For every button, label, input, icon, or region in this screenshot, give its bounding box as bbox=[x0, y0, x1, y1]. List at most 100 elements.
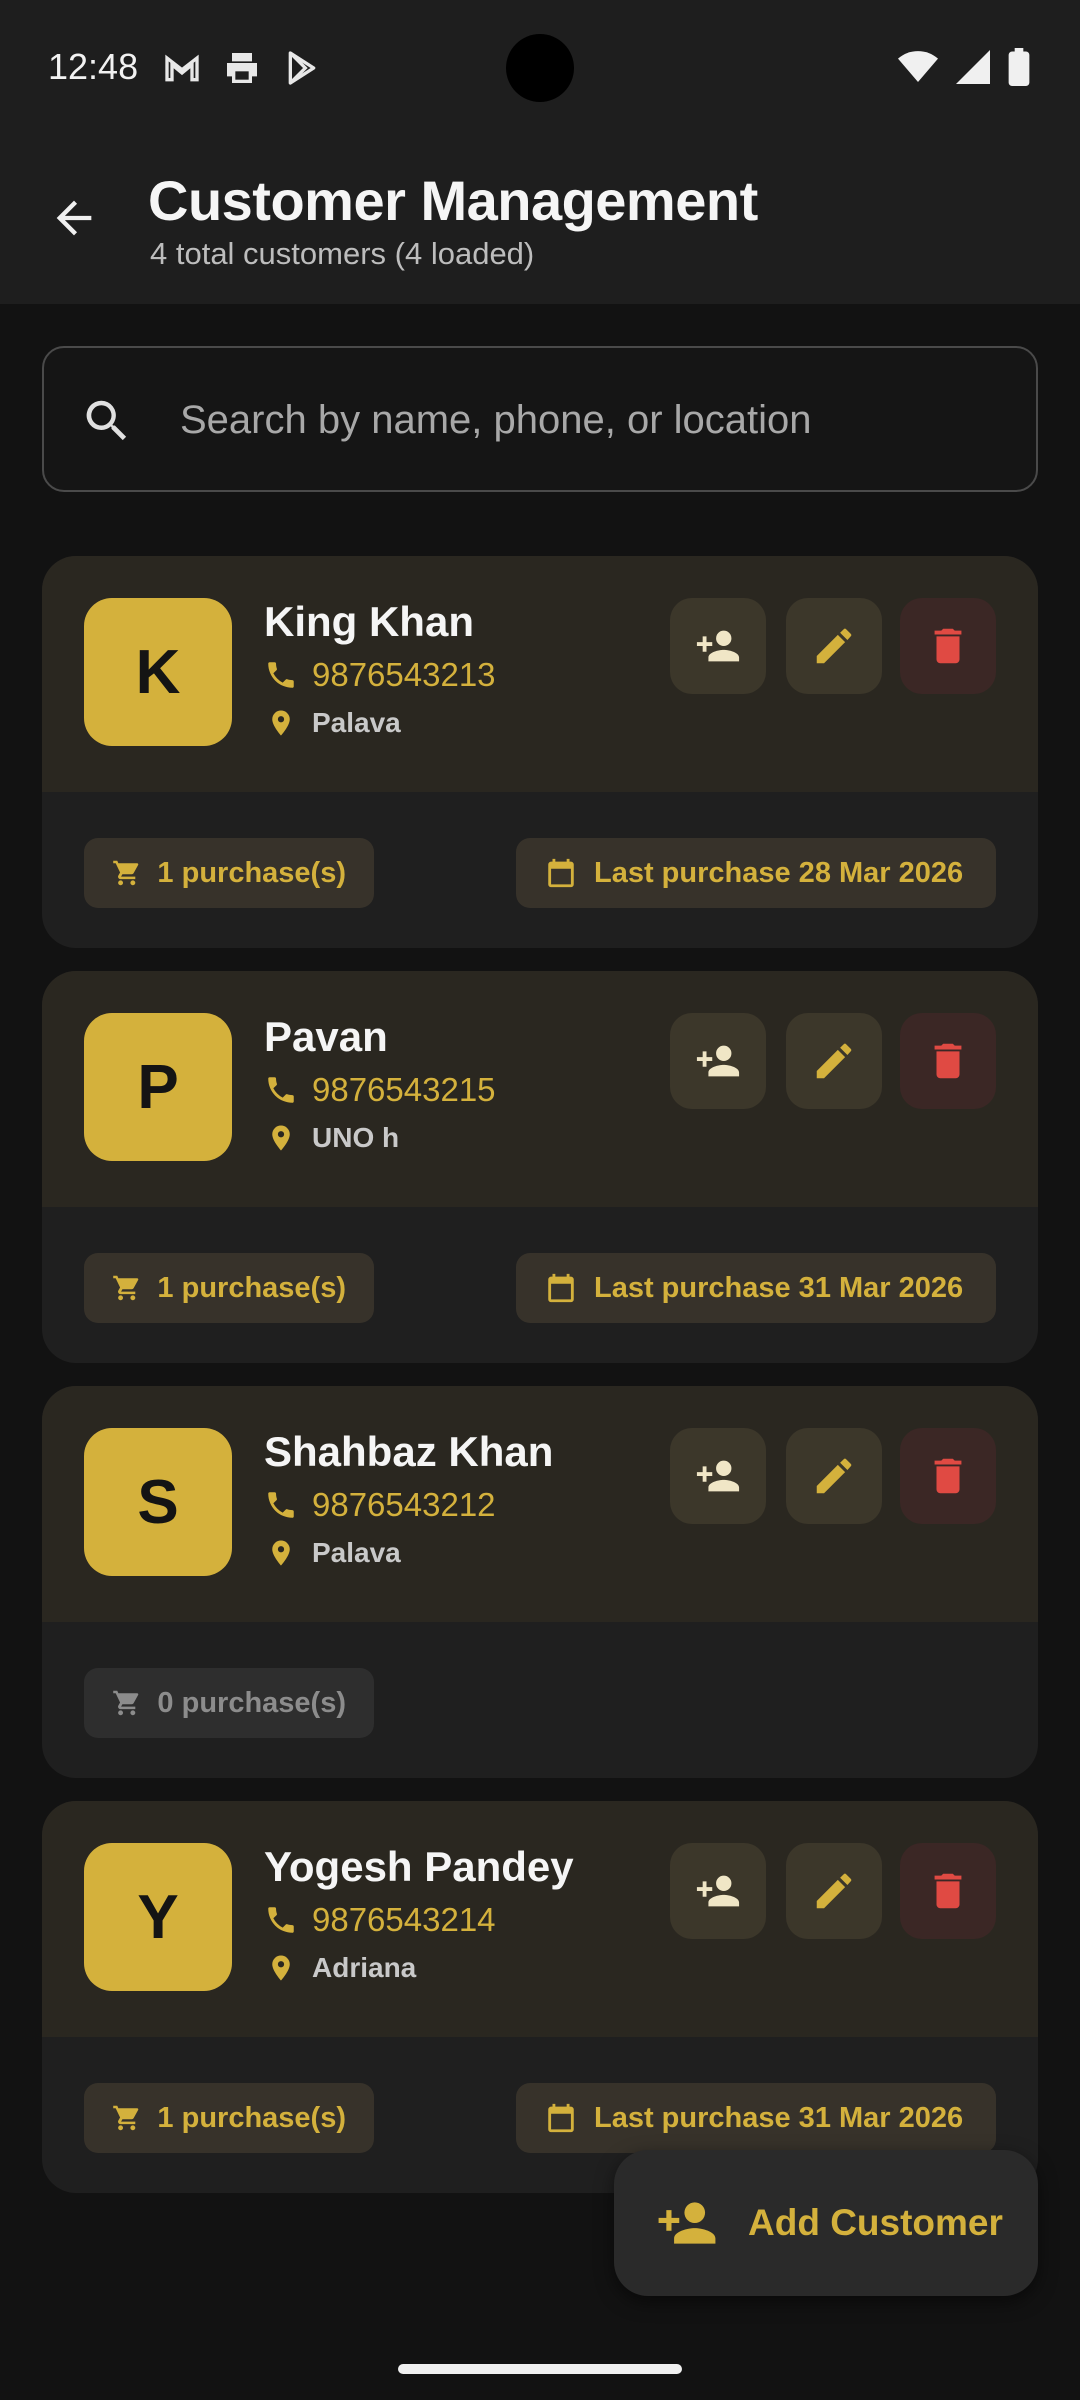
edit-customer-button[interactable] bbox=[786, 1843, 882, 1939]
customer-name: King Khan bbox=[264, 598, 474, 645]
purchase-count-chip: 1 purchase(s) bbox=[84, 838, 374, 908]
cart-icon bbox=[113, 860, 139, 886]
printer-icon bbox=[227, 53, 257, 83]
phone-icon bbox=[268, 1492, 294, 1518]
pencil-icon bbox=[816, 628, 852, 664]
assign-customer-button[interactable] bbox=[670, 1843, 766, 1939]
pencil-icon bbox=[816, 1043, 852, 1079]
customer-name: Yogesh Pandey bbox=[264, 1843, 574, 1890]
location-row: UNO h bbox=[264, 1121, 399, 1155]
cart-icon bbox=[113, 1690, 139, 1716]
customer-phone: 9876543215 bbox=[312, 1071, 496, 1108]
status-bar: 12:48 bbox=[0, 0, 1080, 136]
phone-icon bbox=[268, 1907, 294, 1933]
person-add-icon bbox=[696, 630, 740, 662]
last-purchase-date: Last purchase 31 Mar 2026 bbox=[594, 1271, 964, 1304]
edit-customer-button[interactable] bbox=[786, 598, 882, 694]
avatar: K bbox=[84, 598, 232, 746]
system-icons bbox=[898, 48, 1030, 86]
calendar-icon bbox=[548, 2103, 574, 2133]
location-pin-icon bbox=[272, 1125, 290, 1151]
purchase-count: 0 purchase(s) bbox=[157, 1686, 346, 1719]
notification-icons bbox=[162, 48, 322, 88]
trash-icon bbox=[934, 628, 962, 664]
customer-location: Adriana bbox=[312, 1952, 417, 1983]
delete-customer-button[interactable] bbox=[900, 1843, 996, 1939]
purchase-count-chip: 1 purchase(s) bbox=[84, 1253, 374, 1323]
app-bar: Customer Management 4 total customers (4… bbox=[0, 136, 1080, 304]
avatar: P bbox=[84, 1013, 232, 1161]
customer-count: 4 total customers (4 loaded) bbox=[150, 236, 535, 271]
customer-card-header: Y Yogesh Pandey 9876543214 Adriana bbox=[42, 1801, 1038, 2037]
purchase-count: 1 purchase(s) bbox=[157, 856, 346, 889]
last-purchase-date: Last purchase 28 Mar 2026 bbox=[594, 856, 964, 889]
location-row: Adriana bbox=[264, 1951, 416, 1985]
last-purchase-date: Last purchase 31 Mar 2026 bbox=[594, 2101, 964, 2134]
person-add-icon bbox=[696, 1875, 740, 1907]
location-pin-icon bbox=[272, 710, 290, 736]
customer-name: Pavan bbox=[264, 1013, 388, 1060]
arrow-back-icon bbox=[56, 200, 92, 236]
customer-name: Shahbaz Khan bbox=[264, 1428, 554, 1475]
customer-card[interactable]: S Shahbaz Khan 9876543212 Palava 0 purch… bbox=[42, 1386, 1038, 1778]
home-indicator[interactable] bbox=[398, 2364, 682, 2374]
phone-row[interactable]: 9876543213 bbox=[264, 656, 496, 694]
assign-customer-button[interactable] bbox=[670, 1428, 766, 1524]
customer-phone: 9876543214 bbox=[312, 1901, 496, 1938]
customer-location: Palava bbox=[312, 1537, 401, 1568]
phone-icon bbox=[268, 1077, 294, 1103]
search-input[interactable] bbox=[180, 378, 1000, 462]
person-add-icon bbox=[696, 1460, 740, 1492]
pencil-icon bbox=[816, 1873, 852, 1909]
location-row: Palava bbox=[264, 1536, 401, 1570]
phone-row[interactable]: 9876543212 bbox=[264, 1486, 496, 1524]
person-add-icon bbox=[658, 2202, 716, 2244]
last-purchase-chip: Last purchase 28 Mar 2026 bbox=[516, 838, 996, 908]
purchase-count-chip: 0 purchase(s) bbox=[84, 1668, 374, 1738]
customer-location: Palava bbox=[312, 707, 401, 738]
wifi-icon bbox=[898, 51, 938, 82]
customer-phone: 9876543213 bbox=[312, 656, 496, 693]
assign-customer-button[interactable] bbox=[670, 1013, 766, 1109]
location-pin-icon bbox=[272, 1540, 290, 1566]
play-store-icon bbox=[288, 51, 316, 85]
signal-icon bbox=[956, 50, 990, 84]
edit-customer-button[interactable] bbox=[786, 1428, 882, 1524]
location-row: Palava bbox=[264, 706, 401, 740]
customer-card-header: K King Khan 9876543213 Palava bbox=[42, 556, 1038, 792]
customer-card-header: S Shahbaz Khan 9876543212 Palava bbox=[42, 1386, 1038, 1622]
last-purchase-chip: Last purchase 31 Mar 2026 bbox=[516, 2083, 996, 2153]
cart-icon bbox=[113, 2105, 139, 2131]
customer-card[interactable]: K King Khan 9876543213 Palava 1 purchase… bbox=[42, 556, 1038, 948]
delete-customer-button[interactable] bbox=[900, 598, 996, 694]
delete-customer-button[interactable] bbox=[900, 1428, 996, 1524]
customer-card[interactable]: P Pavan 9876543215 UNO h 1 purchase(s) L… bbox=[42, 971, 1038, 1363]
phone-row[interactable]: 9876543215 bbox=[264, 1071, 496, 1109]
person-add-icon bbox=[696, 1045, 740, 1077]
avatar: Y bbox=[84, 1843, 232, 1991]
purchase-count: 1 purchase(s) bbox=[157, 2101, 346, 2134]
trash-icon bbox=[934, 1458, 962, 1494]
add-customer-button[interactable]: Add Customer bbox=[614, 2150, 1038, 2296]
camera-cutout bbox=[506, 34, 574, 102]
trash-icon bbox=[934, 1043, 962, 1079]
calendar-icon bbox=[548, 1273, 574, 1303]
purchase-count: 1 purchase(s) bbox=[157, 1271, 346, 1304]
purchase-count-chip: 1 purchase(s) bbox=[84, 2083, 374, 2153]
customer-phone: 9876543212 bbox=[312, 1486, 496, 1523]
avatar: S bbox=[84, 1428, 232, 1576]
search-box[interactable] bbox=[42, 346, 1038, 492]
trash-icon bbox=[934, 1873, 962, 1909]
edit-customer-button[interactable] bbox=[786, 1013, 882, 1109]
delete-customer-button[interactable] bbox=[900, 1013, 996, 1109]
customer-card[interactable]: Y Yogesh Pandey 9876543214 Adriana 1 pur… bbox=[42, 1801, 1038, 2193]
assign-customer-button[interactable] bbox=[670, 598, 766, 694]
battery-icon bbox=[1008, 48, 1030, 86]
phone-row[interactable]: 9876543214 bbox=[264, 1901, 496, 1939]
status-time: 12:48 bbox=[48, 46, 139, 87]
page-title: Customer Management bbox=[148, 169, 758, 232]
gmail-icon bbox=[165, 54, 199, 82]
calendar-icon bbox=[548, 858, 574, 888]
back-button[interactable] bbox=[36, 180, 112, 256]
location-pin-icon bbox=[272, 1955, 290, 1981]
